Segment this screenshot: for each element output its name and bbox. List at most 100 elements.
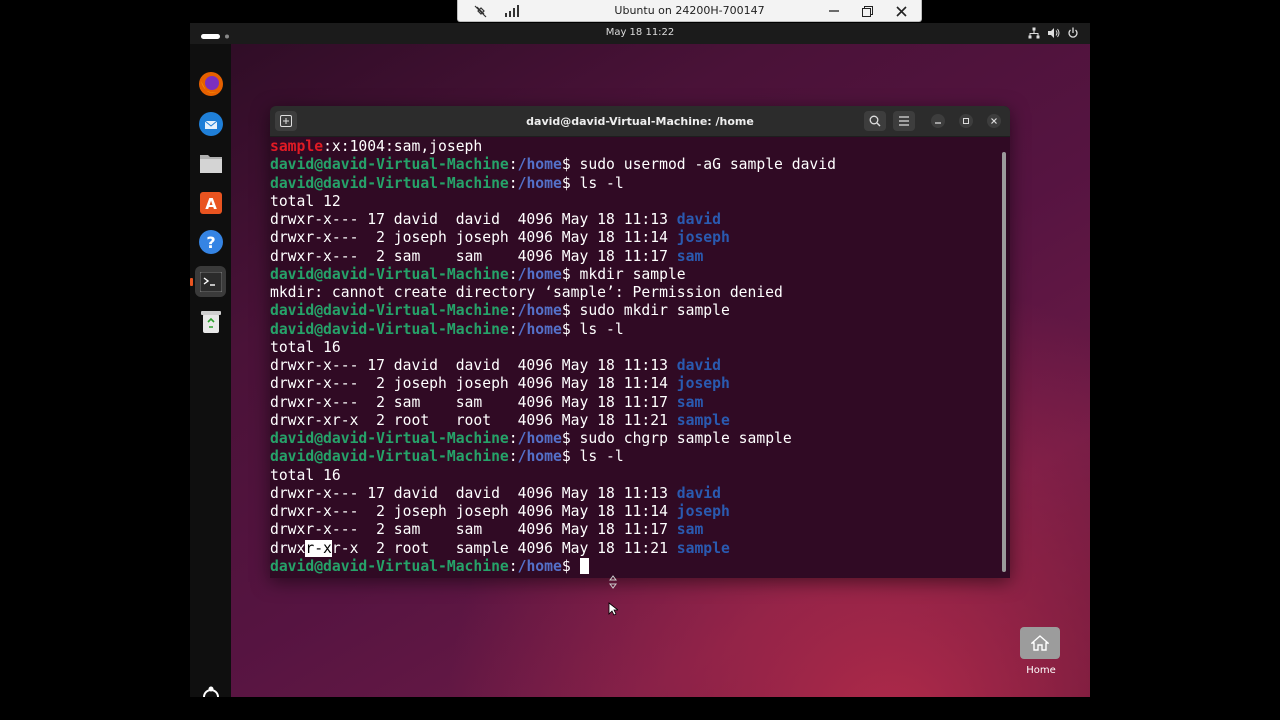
mouse-pointer-icon <box>608 601 620 620</box>
prompt-path: /home <box>517 448 562 466</box>
help-icon[interactable]: ? <box>195 226 226 257</box>
command-text: mkdir sample <box>579 265 686 283</box>
thunderbird-icon[interactable] <box>195 108 226 139</box>
terminal-line: david@david-Virtual-Machine:/home$ ls -l <box>270 175 1000 193</box>
prompt-dollar: $ <box>561 448 580 466</box>
prompt-dollar: $ <box>561 174 580 192</box>
prompt-user: david@david-Virtual-Machine <box>270 302 509 320</box>
directory-name: sam <box>676 247 704 265</box>
command-text: ls -l <box>579 320 624 338</box>
power-icon[interactable] <box>1067 27 1079 42</box>
command-text: ls -l <box>579 448 624 466</box>
terminal-line: drwxr-x--- 2 joseph joseph 4096 May 18 1… <box>270 229 1000 247</box>
selected-text: r-x <box>305 539 332 557</box>
prompt-path: /home <box>517 320 562 338</box>
terminal-line: david@david-Virtual-Machine:/home$ sudo … <box>270 156 1000 174</box>
prompt-path: /home <box>517 302 562 320</box>
network-icon[interactable] <box>1028 27 1040 42</box>
directory-name: joseph <box>676 375 730 393</box>
terminal-window[interactable]: david@david-Virtual-Machine: /home sampl… <box>270 106 1010 578</box>
output-text: mkdir: cannot create directory ‘sample’:… <box>270 284 783 301</box>
directory-name: joseph <box>676 503 730 520</box>
prompt-user: david@david-Virtual-Machine <box>270 265 509 283</box>
command-text: ls -l <box>579 174 624 192</box>
prompt-separator: : <box>508 174 518 192</box>
terminal-line: drwxr-x--- 2 joseph joseph 4096 May 18 1… <box>270 503 1000 521</box>
prompt-user: david@david-Virtual-Machine <box>270 320 509 338</box>
prompt-path: /home <box>517 557 562 575</box>
text-cursor <box>579 557 589 574</box>
menu-icon[interactable] <box>893 111 915 131</box>
prompt-dollar: $ <box>561 430 580 447</box>
prompt-separator: : <box>508 265 518 283</box>
terminal-headerbar[interactable]: david@david-Virtual-Machine: /home <box>270 106 1010 137</box>
prompt-path: /home <box>517 174 562 192</box>
files-icon[interactable] <box>195 147 226 178</box>
maximize-window-icon[interactable] <box>959 114 973 128</box>
ls-entry: drwxr-xr-x 2 root root 4096 May 18 11:21 <box>270 411 677 429</box>
desktop-home-shortcut[interactable]: Home <box>1020 627 1062 676</box>
ls-entry: drwxr-x--- 17 david david 4096 May 18 11… <box>270 484 677 502</box>
connection-title: Ubuntu on 24200H-700147 <box>614 4 765 17</box>
prompt-dollar: $ <box>561 320 580 338</box>
terminal-line: drwxr-x--- 2 sam sam 4096 May 18 11:17 s… <box>270 248 1000 266</box>
home-folder-icon[interactable] <box>1020 627 1060 659</box>
terminal-line: drwxr-x--- 2 sam sam 4096 May 18 11:17 s… <box>270 521 1000 539</box>
prompt-path: /home <box>517 265 562 283</box>
prompt-user: david@david-Virtual-Machine <box>270 156 509 174</box>
dock: A ? <box>190 44 231 697</box>
minimize-window-icon[interactable] <box>931 114 945 128</box>
terminal-line: drwxr-x--- 2 joseph joseph 4096 May 18 1… <box>270 375 1000 393</box>
terminal-line: drwxr-xr-x 2 root sample 4096 May 18 11:… <box>270 539 1000 558</box>
home-label: Home <box>1026 665 1056 676</box>
ls-entry: drwxr-x--- 17 david david 4096 May 18 11… <box>270 357 677 374</box>
prompt-separator: : <box>508 302 518 320</box>
prompt-user: david@david-Virtual-Machine <box>270 174 509 192</box>
group-name: sample <box>270 138 324 155</box>
terminal-line: david@david-Virtual-Machine:/home$ sudo … <box>270 302 1000 320</box>
terminal-line: drwxr-x--- 17 david david 4096 May 18 11… <box>270 211 1000 229</box>
svg-text:?: ? <box>206 233 215 252</box>
terminal-line: sample:x:1004:sam,joseph <box>270 138 1000 156</box>
ls-entry: drwxr-x--- 2 joseph joseph 4096 May 18 1… <box>270 503 677 520</box>
prompt-separator: : <box>508 320 518 338</box>
command-text: sudo mkdir sample <box>579 302 730 320</box>
prompt-dollar: $ <box>561 557 580 575</box>
output-text: total 16 <box>270 338 341 356</box>
terminal-output[interactable]: sample:x:1004:sam,joseph david@david-Virt… <box>270 138 1000 576</box>
terminal-line: david@david-Virtual-Machine:/home$ <box>270 557 1000 576</box>
top-bar: May 18 11:22 <box>190 23 1090 44</box>
close-icon[interactable] <box>893 2 909 20</box>
trash-icon[interactable] <box>195 306 226 337</box>
terminal-line: total 12 <box>270 193 1000 211</box>
clock[interactable]: May 18 11:22 <box>190 27 1090 38</box>
output-text: :x:1004:sam,joseph <box>323 138 483 155</box>
minimize-icon[interactable] <box>826 2 842 20</box>
terminal-line: david@david-Virtual-Machine:/home$ ls -l <box>270 448 1000 466</box>
show-apps-icon[interactable] <box>195 681 226 697</box>
ls-entry: drwxr-x--- 2 joseph joseph 4096 May 18 1… <box>270 375 677 393</box>
terminal-line: david@david-Virtual-Machine:/home$ sudo … <box>270 430 1000 448</box>
close-window-icon[interactable] <box>987 114 1001 128</box>
terminal-line: total 16 <box>270 467 1000 485</box>
app-center-icon[interactable]: A <box>195 186 226 217</box>
directory-name: david <box>676 211 721 228</box>
output-text: total 16 <box>270 466 341 484</box>
running-indicator <box>190 278 193 286</box>
command-text: sudo usermod -aG sample david <box>579 156 836 174</box>
directory-name: david <box>676 357 721 374</box>
firefox-icon[interactable] <box>195 68 226 99</box>
ls-entry: drwxr-x--- 2 sam sam 4096 May 18 11:17 <box>270 393 677 411</box>
restore-icon[interactable] <box>859 2 875 20</box>
volume-icon[interactable] <box>1047 27 1060 42</box>
prompt-dollar: $ <box>561 265 580 283</box>
terminal-line: david@david-Virtual-Machine:/home$ mkdir… <box>270 266 1000 284</box>
terminal-line: mkdir: cannot create directory ‘sample’:… <box>270 284 1000 302</box>
terminal-icon[interactable] <box>195 266 226 297</box>
prompt-separator: : <box>508 156 518 174</box>
terminal-line: drwxr-x--- 17 david david 4096 May 18 11… <box>270 357 1000 375</box>
terminal-scrollbar[interactable] <box>1002 152 1006 572</box>
prompt-dollar: $ <box>561 302 580 320</box>
search-icon[interactable] <box>864 111 886 131</box>
remote-connection-bar: Ubuntu on 24200H-700147 <box>457 0 922 22</box>
